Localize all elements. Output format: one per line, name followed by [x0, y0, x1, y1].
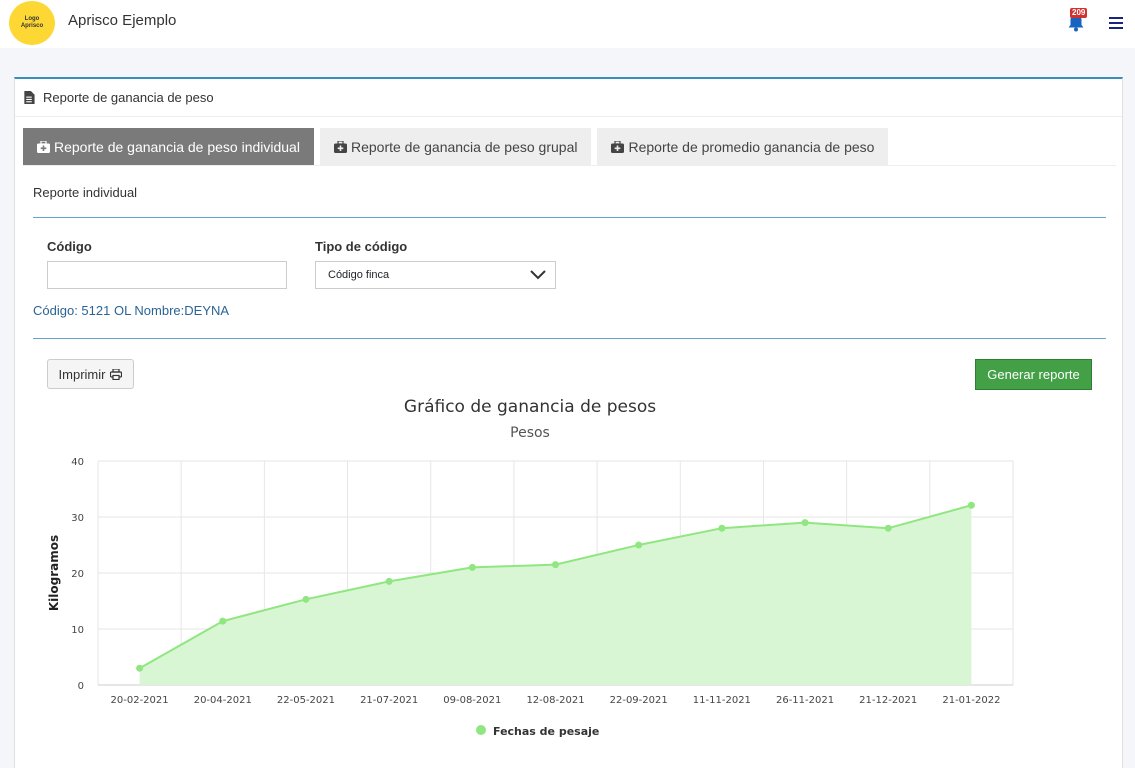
hamburger-menu-icon[interactable] [1109, 17, 1123, 29]
tab-grupal-label: Reporte de ganancia de peso grupal [350, 139, 578, 155]
tab-individual[interactable]: Reporte de ganancia de peso individual [23, 128, 314, 166]
top-bar: Logo Aprisco Aprisco Ejemplo 209 [0, 0, 1135, 48]
divider [33, 217, 1106, 218]
generate-report-button[interactable]: Generar reporte [975, 359, 1092, 390]
tab-individual-label: Reporte de ganancia de peso individual [54, 139, 300, 155]
printer-icon [110, 368, 123, 380]
medkit-icon [333, 141, 347, 153]
logo-line-1: Logo [24, 16, 40, 22]
medkit-icon [37, 141, 50, 153]
print-button-label: Imprimir [58, 366, 106, 382]
section-title: Reporte individual [33, 185, 138, 200]
tab-grupal[interactable]: Reporte de ganancia de peso grupal [319, 128, 592, 166]
report-card: Reporte de ganancia de peso Reporte de g… [14, 77, 1123, 768]
report-tabs: Reporte de ganancia de peso individual R… [23, 128, 894, 166]
tab-divider [23, 165, 1116, 166]
card-header: Reporte de ganancia de peso [15, 79, 1122, 117]
code-label: Código [47, 239, 92, 254]
app-title: Aprisco Ejemplo [68, 12, 177, 29]
print-button[interactable]: Imprimir [47, 359, 134, 389]
tab-promedio-label: Reporte de promedio ganancia de peso [628, 139, 875, 155]
code-type-select[interactable]: Código finca [315, 261, 556, 289]
code-type-label: Tipo de código [315, 239, 408, 254]
document-icon [24, 91, 35, 104]
animal-info: Código: 5121 OL Nombre:DEYNA [33, 303, 230, 318]
notification-count-badge: 209 [1070, 8, 1088, 18]
chevron-down-icon [530, 270, 546, 280]
tab-promedio[interactable]: Reporte de promedio ganancia de peso [597, 128, 889, 166]
code-type-selected: Código finca [328, 269, 390, 281]
card-header-title: Reporte de ganancia de peso [43, 90, 214, 105]
logo-line-2: Aprisco [20, 23, 44, 29]
app-logo[interactable]: Logo Aprisco [9, 1, 55, 45]
medkit-icon [611, 141, 625, 153]
divider [33, 338, 1106, 339]
code-input[interactable] [47, 261, 287, 289]
